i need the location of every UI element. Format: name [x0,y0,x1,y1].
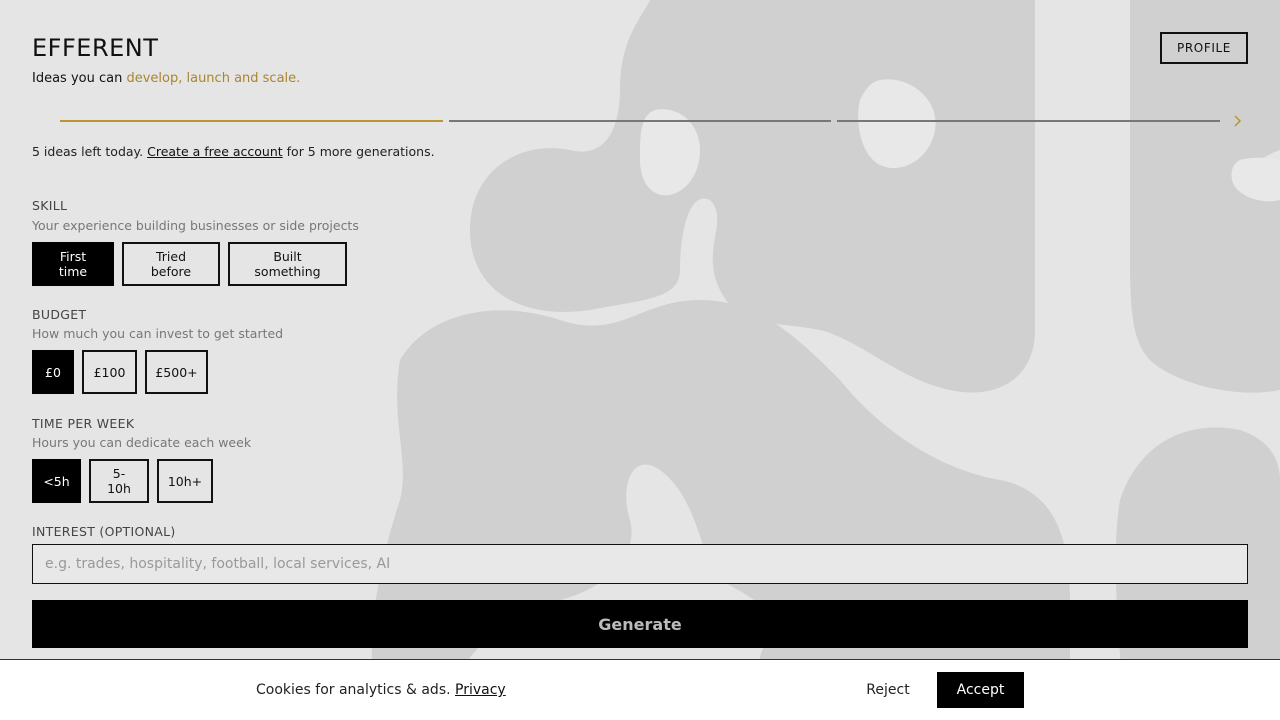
accept-cookies-button[interactable]: Accept [937,672,1024,708]
cookie-text: Cookies for analytics & ads. [256,682,456,698]
skill-option-first-time[interactable]: First time [32,242,114,286]
cookie-banner: Cookies for analytics & ads. Privacy Rej… [0,659,1280,720]
quota-prefix: 5 ideas left today. [32,144,148,159]
interest-input[interactable] [32,544,1248,584]
skill-subtitle: Your experience building businesses or s… [32,218,359,233]
skill-options: First time Tried before Built something [32,242,347,286]
budget-options: £0 £100 £500+ [32,350,208,394]
skill-option-built-something[interactable]: Built something [228,242,347,286]
progress-step-2 [449,120,831,122]
time-option-under-5h[interactable]: <5h [32,459,81,503]
tagline: Ideas you can develop, launch and scale. [32,71,300,86]
progress-step-1 [60,120,443,122]
skill-option-tried-before[interactable]: Tried before [122,242,220,286]
budget-option-100[interactable]: £100 [82,350,137,394]
time-options: <5h 5-10h 10h+ [32,459,213,503]
progress-step-3 [837,120,1220,122]
time-option-10h-plus[interactable]: 10h+ [157,459,213,503]
budget-title: BUDGET [32,307,87,322]
quota-suffix: for 5 more generations. [282,144,435,159]
time-option-5-10h[interactable]: 5-10h [89,459,149,503]
tagline-accent: develop, launch and scale. [126,71,301,86]
generate-button[interactable]: Generate [32,600,1248,648]
cookie-message: Cookies for analytics & ads. Privacy [256,682,506,698]
time-title: TIME PER WEEK [32,416,135,431]
privacy-link[interactable]: Privacy [455,682,506,698]
budget-subtitle: How much you can invest to get started [32,326,284,341]
budget-option-500[interactable]: £500+ [145,350,208,394]
budget-option-0[interactable]: £0 [32,350,74,394]
profile-button[interactable]: PROFILE [1160,32,1248,64]
page: EFFERENT Ideas you can develop, launch a… [0,0,1280,720]
skill-title: SKILL [32,198,68,213]
quota-message: 5 ideas left today. Create a free accoun… [32,144,435,159]
time-subtitle: Hours you can dedicate each week [32,435,252,450]
chevron-right-icon[interactable] [1230,112,1246,130]
brand-logo: EFFERENT [32,34,159,62]
create-account-link[interactable]: Create a free account [147,144,283,159]
reject-cookies-button[interactable]: Reject [852,672,924,708]
tagline-prefix: Ideas you can [32,71,127,86]
interest-title: INTEREST (OPTIONAL) [32,524,176,539]
